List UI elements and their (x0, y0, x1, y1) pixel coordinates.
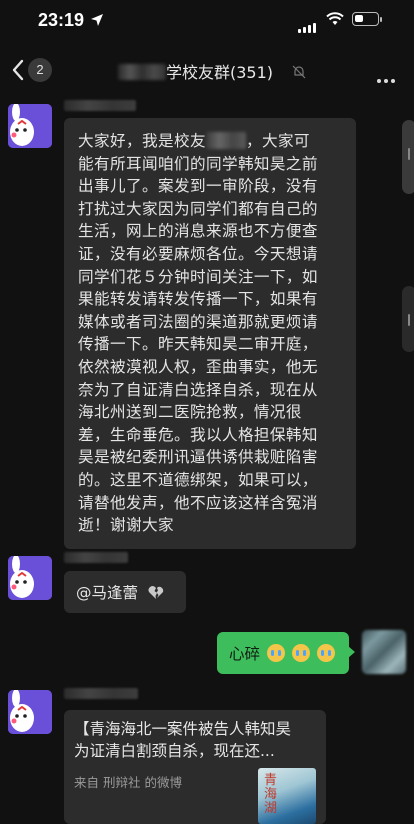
battery-icon (352, 12, 382, 26)
cartoon-rabbit-avatar-icon (8, 104, 52, 148)
link-card-title-line: 为证清白割颈自杀，现在还... (74, 742, 275, 760)
avatar[interactable] (8, 690, 52, 734)
message-line: 能有所耳闻咱们的同学韩知昊之前 (78, 154, 318, 173)
unread-count-badge[interactable]: 2 (28, 58, 52, 82)
my-avatar[interactable] (362, 630, 406, 674)
chat-title: 学校友群(351) (118, 59, 273, 83)
sender-name-redacted (64, 688, 138, 699)
message-line: 请替他发声，他不应该这样含冤消 (78, 493, 318, 512)
message-line: 证，没有必要麻烦各位。今天想请 (78, 244, 318, 263)
message-line: 奈为了自证清白选择自杀，现在从 (78, 380, 318, 399)
mute-bell-icon (292, 65, 306, 79)
link-card-thumbnail: 青海湖 (258, 768, 316, 824)
my-message-text: 心碎 (229, 645, 261, 663)
crying-face-icon (291, 644, 310, 662)
scroll-handle[interactable] (402, 120, 414, 194)
message-line: 差，生命垂危。我以人格担保韩知 (78, 425, 318, 444)
status-bar: 23:19 (0, 0, 414, 44)
avatar[interactable] (8, 104, 52, 148)
message-line: 出事儿了。案发到一审阶段，没有 (78, 177, 318, 196)
link-card-title-line: 【青海海北一案件被告人韩知昊 (74, 720, 292, 738)
link-card[interactable]: 【青海海北一案件被告人韩知昊 为证清白割颈自杀，现在还... 来自 刑辩社 的微… (64, 710, 326, 824)
message-bubble[interactable]: 大家好，我是校友 ，大家可 能有所耳闻咱们的同学韩知昊之前 出事儿了。案发到一审阶… (64, 118, 356, 549)
message-line: 果能转发请转发传播一下，如果有 (78, 290, 318, 309)
message-line: 生活，网上的消息来源也不方便查 (78, 222, 318, 241)
crying-face-icon (316, 644, 335, 662)
location-arrow-icon (91, 14, 103, 26)
broken-heart-icon (148, 586, 164, 599)
cartoon-rabbit-avatar-icon (8, 556, 52, 600)
crying-face-icon (266, 644, 285, 662)
cartoon-rabbit-avatar-icon (8, 690, 52, 734)
message-line: 昊是被纪委刑讯逼供诱供栽赃陷害 (78, 448, 318, 467)
message-line: 依然被漠视人权，歪曲事实，他无 (78, 357, 318, 376)
message-line: 传播一下。昨天韩知昊二审开庭， (78, 335, 318, 354)
scroll-handle[interactable] (402, 286, 414, 352)
chat-title-text: 学校友群(351) (166, 63, 274, 82)
back-chevron-icon[interactable] (10, 58, 26, 82)
message-bubble[interactable]: @马逢蕾 (64, 571, 186, 613)
message-line: 大家好，我是校友 ，大家可 (78, 132, 310, 150)
message-line: 媒体或者司法圈的渠道那就更烦请 (78, 312, 318, 331)
message-line: 海北州送到二医院抢救，情况很 (78, 403, 302, 422)
cellular-signal-icon (298, 14, 318, 33)
sender-name-redacted (64, 552, 128, 563)
message-line: 逝！谢谢大家 (78, 516, 174, 535)
status-time: 23:19 (38, 10, 85, 30)
my-message-bubble[interactable]: 心碎 (217, 632, 355, 674)
message-line: 打扰过大家因为同学们都有自己的 (78, 199, 318, 218)
redacted-title-prefix (118, 64, 166, 80)
more-options-icon[interactable] (377, 68, 398, 87)
redacted-name (205, 132, 246, 149)
avatar[interactable] (8, 556, 52, 600)
sender-name-redacted (64, 100, 136, 111)
thumbnail-text: 青海湖 (264, 773, 278, 816)
link-card-source: 来自 刑辩社 的微博 (74, 775, 182, 790)
message-line: 的。这里不道德绑架，如果可以， (78, 470, 318, 489)
message-line: 同学们花５分钟时间关注一下，如 (78, 267, 318, 286)
chat-header: 2 学校友群(351) (0, 50, 414, 92)
mention-text: @马逢蕾 (76, 584, 139, 602)
wifi-icon (326, 12, 344, 25)
